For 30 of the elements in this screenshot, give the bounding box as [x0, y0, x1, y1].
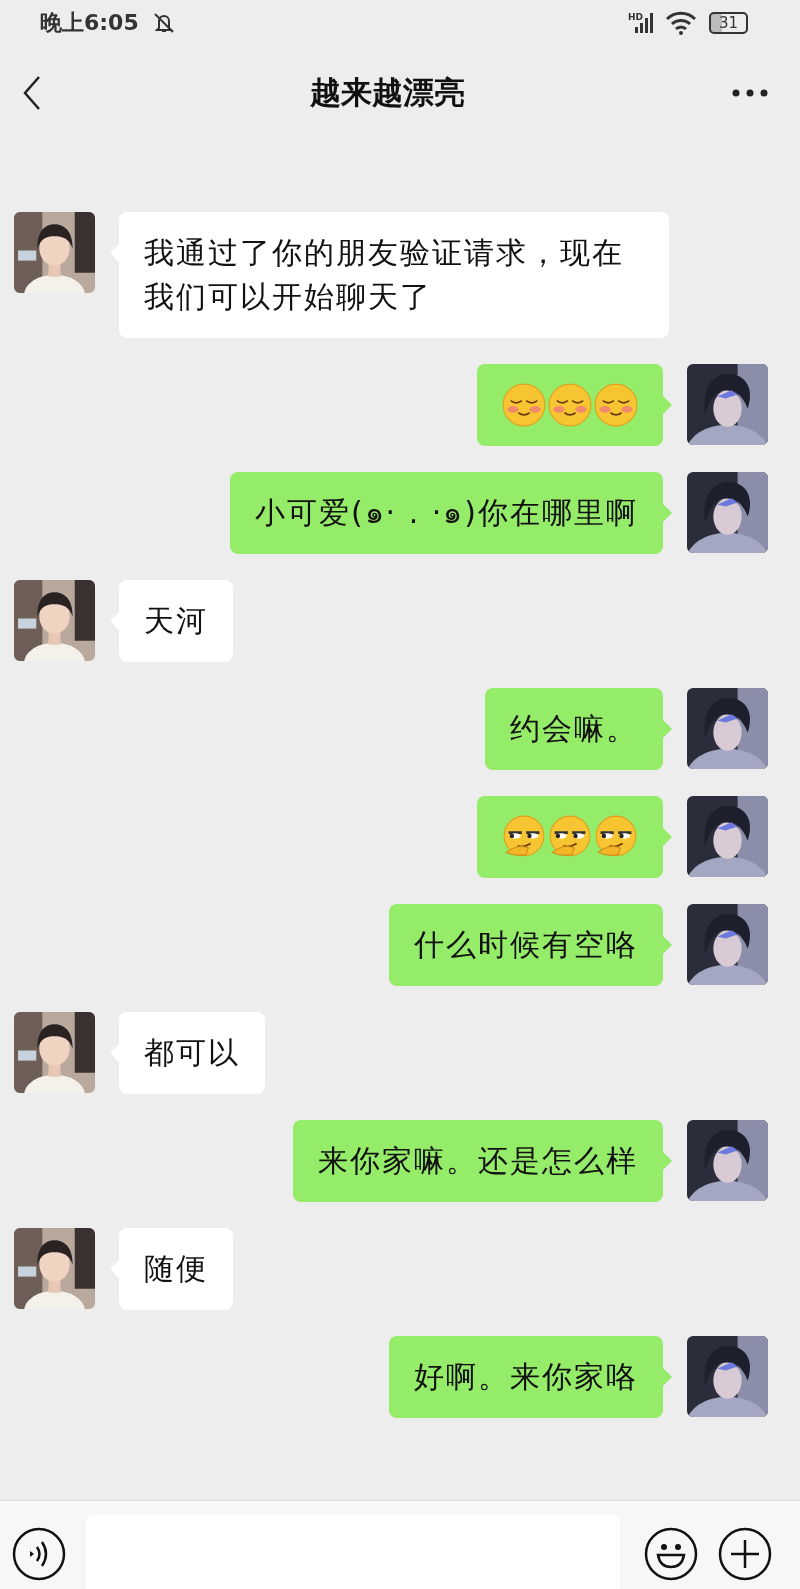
- network-type-label: HD: [627, 13, 643, 22]
- voice-icon[interactable]: [12, 1527, 66, 1581]
- blushing-face-icon: [594, 383, 638, 427]
- blushing-face-icon: [548, 383, 592, 427]
- message-bubble: 我通过了你的朋友验证请求，现在我们可以开始聊天了: [119, 212, 669, 338]
- back-icon[interactable]: [22, 75, 42, 111]
- message-bubble: 来你家嘛。还是怎么样: [293, 1120, 663, 1202]
- battery-indicator: 31: [708, 12, 748, 34]
- message-bubble: 小可爱(๑· . ·๑)你在哪里啊: [229, 472, 663, 554]
- wifi-icon: [664, 11, 697, 35]
- bubble-tail: [663, 1152, 672, 1170]
- message-bubble: 好啊。来你家咯: [389, 1336, 663, 1418]
- plus-icon[interactable]: [718, 1527, 772, 1581]
- bubble-tail: [663, 1368, 672, 1386]
- message-bubble: 约会嘛。: [485, 688, 663, 770]
- blushing-face-icon: [502, 383, 546, 427]
- smiley-icon[interactable]: [644, 1527, 698, 1581]
- chat-title: 越来越漂亮: [309, 73, 465, 112]
- status-time: 晚上6:05: [40, 9, 139, 37]
- bubble-tail: [663, 936, 672, 954]
- skeptical-face-icon: [548, 815, 592, 859]
- message-bubble: 天河: [119, 580, 233, 662]
- message-bubble: 都可以: [119, 1012, 265, 1094]
- more-icon[interactable]: [732, 89, 768, 97]
- message-bubble: 随便: [119, 1228, 233, 1310]
- bubble-tail: [663, 720, 672, 738]
- skeptical-face-icon: [502, 815, 546, 859]
- skeptical-face-icon: [594, 815, 638, 859]
- message-bubble: 什么时候有空咯: [389, 904, 663, 986]
- bubble-tail: [663, 504, 672, 522]
